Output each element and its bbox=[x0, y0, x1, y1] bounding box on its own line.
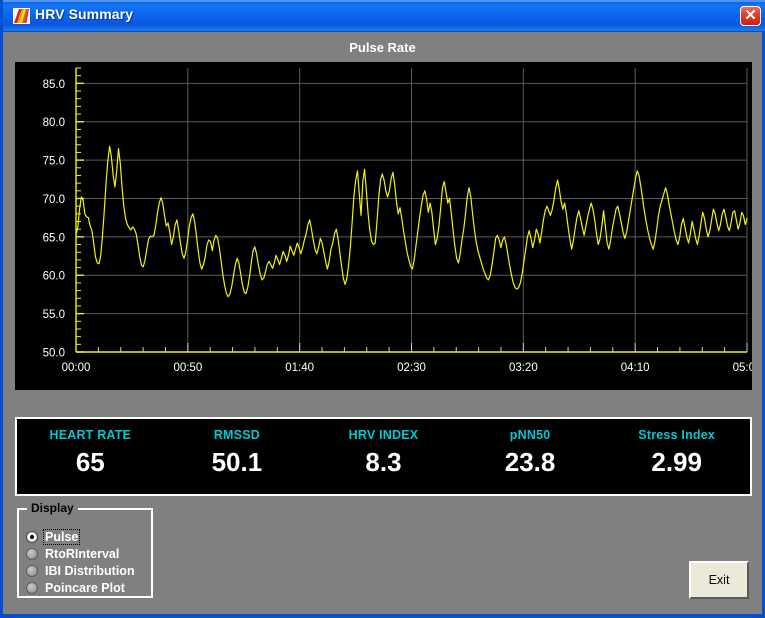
metric-value: 8.3 bbox=[365, 447, 402, 477]
svg-text:00:50: 00:50 bbox=[173, 362, 202, 374]
metric-value: 23.8 bbox=[504, 447, 556, 477]
metric-value: 65 bbox=[75, 447, 105, 477]
pulse-rate-chart-svg: 85.0 80.0 75.0 70.0 65.0 60.0 55.0 50.0 00:00 00… bbox=[15, 62, 752, 390]
hrv-summary-window: HRV Summary ✕ Pulse Rate 85.0 80.0 75.0 70.… bbox=[0, 0, 765, 618]
radio-label: Poincare Plot bbox=[45, 581, 125, 595]
metric-label: HEART RATE bbox=[49, 428, 132, 442]
chart-title: Pulse Rate bbox=[349, 40, 416, 55]
radio-dot-icon bbox=[26, 531, 38, 543]
exit-button[interactable]: Exit bbox=[689, 561, 749, 599]
rainbow-stripes-icon bbox=[13, 8, 30, 24]
radio-dot-icon bbox=[26, 548, 38, 560]
metric-pnn50: pNN50 23.8 bbox=[457, 419, 604, 494]
svg-text:04:10: 04:10 bbox=[621, 362, 650, 374]
titlebar-highlight-edge bbox=[3, 0, 765, 2]
metric-rmssd: RMSSD 50.1 bbox=[164, 419, 311, 494]
svg-text:02:30: 02:30 bbox=[397, 362, 426, 374]
close-icon[interactable]: ✕ bbox=[740, 6, 761, 26]
svg-text:55.0: 55.0 bbox=[43, 309, 65, 321]
metric-label: pNN50 bbox=[509, 428, 551, 442]
close-icon-glyph: ✕ bbox=[744, 7, 757, 24]
metric-value: 50.1 bbox=[211, 447, 263, 477]
display-group-title: Display bbox=[27, 501, 78, 515]
display-group-box: Display Pulse RtoRInterval IBI Distribut… bbox=[17, 501, 153, 598]
radio-ibi-distribution[interactable]: IBI Distribution bbox=[26, 563, 136, 579]
pulse-rate-chart: 85.0 80.0 75.0 70.0 65.0 60.0 55.0 50.0 00:00 00… bbox=[15, 62, 752, 390]
svg-text:01:40: 01:40 bbox=[285, 362, 314, 374]
metrics-panel: HEART RATE 65 RMSSD 50.1 HRV INDEX 8.3 p… bbox=[15, 417, 752, 496]
radio-dot-icon bbox=[26, 582, 38, 594]
window-title: HRV Summary bbox=[35, 6, 134, 22]
radio-dot-icon bbox=[26, 565, 38, 577]
svg-text:85.0: 85.0 bbox=[43, 79, 65, 91]
svg-text:75.0: 75.0 bbox=[43, 156, 65, 168]
radio-poincare-plot[interactable]: Poincare Plot bbox=[26, 580, 126, 596]
svg-text:03:20: 03:20 bbox=[509, 362, 538, 374]
radio-label: Pulse bbox=[42, 529, 81, 545]
svg-text:80.0: 80.0 bbox=[43, 117, 65, 129]
title-bar: HRV Summary ✕ bbox=[3, 0, 765, 32]
radio-rtorinterval[interactable]: RtoRInterval bbox=[26, 546, 120, 562]
metric-label: Stress Index bbox=[638, 428, 716, 442]
svg-text:65.0: 65.0 bbox=[43, 232, 65, 244]
radio-label: IBI Distribution bbox=[45, 564, 135, 578]
svg-text:05:00: 05:00 bbox=[733, 362, 752, 374]
svg-text:00:00: 00:00 bbox=[62, 362, 91, 374]
metric-value: 2.99 bbox=[651, 447, 702, 477]
metric-label: RMSSD bbox=[213, 428, 260, 442]
radio-pulse[interactable]: Pulse bbox=[26, 529, 81, 545]
metric-stress-index: Stress Index 2.99 bbox=[603, 419, 750, 494]
radio-label: RtoRInterval bbox=[45, 547, 120, 561]
chart-background bbox=[15, 62, 752, 390]
metric-heart-rate: HEART RATE 65 bbox=[17, 419, 164, 494]
svg-text:60.0: 60.0 bbox=[43, 271, 65, 283]
metric-label: HRV INDEX bbox=[348, 428, 419, 442]
metric-hrv-index: HRV INDEX 8.3 bbox=[310, 419, 457, 494]
svg-text:70.0: 70.0 bbox=[43, 194, 65, 206]
svg-text:50.0: 50.0 bbox=[43, 348, 65, 360]
